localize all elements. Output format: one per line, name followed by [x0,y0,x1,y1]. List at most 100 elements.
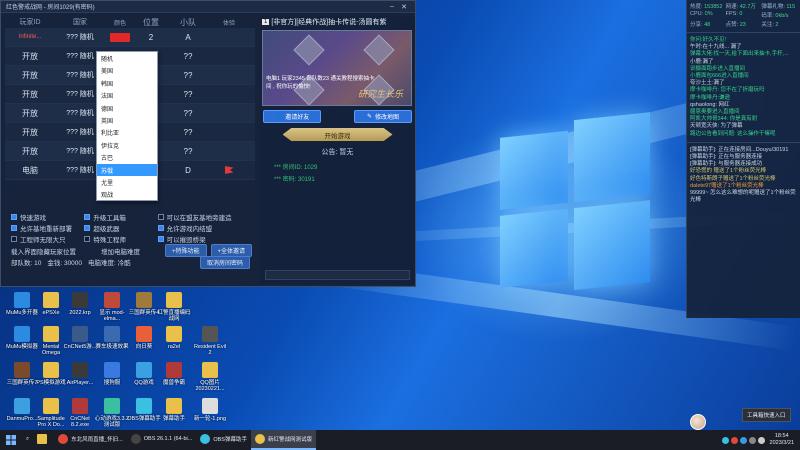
taskbar-app[interactable]: OBS弹幕助手 [196,430,251,450]
close-button[interactable]: ✕ [398,3,410,11]
desktop-shortcut[interactable]: 赛车极速效果 [94,326,130,350]
option-destroy-bridges[interactable]: 可以摧毁桥梁 [157,234,256,244]
stream-assistant-panel: 热度: 153852 网速: 42.7万 弹幕礼物: 115 CPU: 0% FPS: … [686,0,800,318]
shortcut-label: 显示 mod-elma... [99,310,125,323]
desktop-shortcut[interactable]: 2022.krp [62,292,98,316]
slot-team[interactable]: ?? [167,147,209,156]
desktop-shortcut[interactable]: AirPlayer... [62,362,98,386]
taskbar-folder[interactable] [33,430,54,450]
dropdown-option[interactable]: 观战 [97,188,157,200]
dropdown-option[interactable]: 美国 [97,64,157,76]
slot-country-select[interactable]: ??? 随机 [55,32,105,42]
dropdown-option[interactable]: 法国 [97,89,157,101]
slot-player-id[interactable]: 开放 [5,146,55,157]
slot-team[interactable]: ?? [167,71,209,80]
player-slot-row[interactable]: Infinite...??? 随机 2 A [5,28,255,47]
shortcut-label: QQ图片20230221... [195,380,225,393]
desktop-shortcut[interactable]: 红警直播编码战网 [156,292,192,322]
tray-icon[interactable] [730,436,738,444]
start-button[interactable] [0,430,22,450]
desktop-shortcut[interactable]: Resident Evil 2 [192,326,228,356]
checkbox[interactable] [157,235,164,242]
slot-position[interactable]: 2 [135,33,167,42]
checkbox[interactable] [84,213,91,220]
tray-icon[interactable] [739,436,747,444]
chat-message: 小鹿:漏了 [690,58,714,65]
minimize-button[interactable]: – [386,3,398,10]
desktop-shortcut[interactable]: ra2el [156,326,192,350]
taskbar-app[interactable]: 东北风雨直播_怀旧... [54,430,127,450]
game-options: 快速游戏 升级工具箱 可以在盟友基地旁建造 允许基地重新部署 超级武器 允许游戏… [11,211,256,269]
taskbar-app[interactable]: OBS 26.1.1 (64-bi... [127,430,197,450]
desktop-shortcut[interactable]: 搜狗服 [94,362,130,386]
desktop-shortcut[interactable]: 显示 mod-elma... [94,292,130,322]
dropdown-option[interactable]: 伊拉克 [97,139,157,151]
checkbox[interactable] [84,224,91,231]
slot-player-id[interactable]: Infinite... [5,34,55,40]
checkbox[interactable] [157,224,164,231]
invite-friend-button[interactable]: 👤 邀请好友 [263,110,321,123]
slot-team[interactable]: D [167,166,209,175]
taskbar-app[interactable]: 新红警战网测试版 [250,430,316,450]
option-mcv-redeploy[interactable]: 允许基地重新部署 [11,223,84,233]
checkbox[interactable] [157,213,164,220]
option-superweapons[interactable]: 超级武器 [84,223,157,233]
desktop-shortcut[interactable]: 心动游戏3.3.2测试版 [94,398,130,428]
slot-color-select[interactable] [105,32,135,42]
slot-team[interactable]: ?? [167,109,209,118]
checkbox[interactable] [84,235,91,242]
start-game-button[interactable]: 开始游戏 [282,128,393,141]
dropdown-option[interactable]: 尤里 [97,176,157,188]
slot-team[interactable]: ?? [167,52,209,61]
desktop-shortcut[interactable]: 弹幕助手 [156,398,192,422]
dropdown-option[interactable]: 利比亚 [97,126,157,138]
volume-icon[interactable] [757,436,765,444]
option-label: 载入界面隐藏玩家位置 [11,248,76,256]
dropdown-option[interactable]: 古巴 [97,151,157,163]
desktop-shortcut[interactable]: CnCNet5游... [62,326,98,350]
system-tray: 18:54 2023/3/21 [721,433,800,447]
special-features-button[interactable]: +特殊功能 [165,244,207,257]
dropdown-option[interactable]: 英国 [97,114,157,126]
dropdown-option[interactable]: 德国 [97,102,157,114]
slot-player-id[interactable]: 开放 [5,89,55,100]
slot-team[interactable]: ?? [167,128,209,137]
dropdown-option[interactable]: 随机 [97,52,157,64]
modify-map-button[interactable]: ✎ 修改地图 [354,110,412,123]
checkbox[interactable] [11,213,17,220]
dropdown-option[interactable]: 韩国 [97,77,157,89]
checkbox[interactable] [11,224,17,231]
option-infinite-engineer[interactable]: 工程师无限大只 [11,234,84,244]
slot-player-id[interactable]: 开放 [5,70,55,81]
slot-player-id[interactable]: 开放 [5,108,55,119]
slot-team[interactable]: ?? [167,90,209,99]
stat-item: 点赞: 23 [726,20,762,28]
option-special-engineer[interactable]: 特殊工程师 [84,234,157,244]
checkbox[interactable] [11,235,17,242]
desktop-shortcut[interactable]: 新一轮-1.png [192,398,228,422]
country-dropdown[interactable]: 随机 美国 韩国 法国 德国 英国 利比亚 伊拉克 古巴 苏俄 尤里 观战 [96,51,158,201]
assistant-avatar[interactable] [690,414,706,430]
clock[interactable]: 18:54 2023/3/21 [770,433,794,447]
tray-icon[interactable] [721,436,729,444]
slot-player-id[interactable]: 开放 [5,127,55,138]
option-hide-positions[interactable]: 载入界面隐藏玩家位置 [11,246,101,256]
desktop-shortcut[interactable]: 魔兽争霸 [156,362,192,386]
desktop-shortcut[interactable]: CnCNet 8.2.exe [62,398,98,428]
option-ingame-alliance[interactable]: 允许游戏内结盟 [157,223,256,233]
option-quick-game[interactable]: 快速游戏 [11,212,84,222]
desktop-shortcut[interactable]: QQ图片20230221... [192,362,228,392]
cancel-password-button[interactable]: 取消房间密码 [199,255,250,269]
slot-player-id[interactable]: 电脑 [5,165,55,176]
network-icon[interactable] [748,436,756,444]
option-ai-difficulty[interactable]: 增加电脑难度 [101,246,161,256]
option-upgrade-crates[interactable]: 升级工具箱 [84,212,157,222]
shortcut-label: 红警直播编码战网 [157,310,191,323]
toolbox-toast[interactable]: 工具箱快速入口 [742,408,791,422]
chat-input[interactable] [265,270,410,280]
dropdown-option[interactable]: 苏俄 [97,163,157,176]
slot-player-id[interactable]: 开放 [5,51,55,62]
option-build-near-ally[interactable]: 可以在盟友基地旁建造 [157,212,256,222]
taskbar-search[interactable]: ⌕ [22,430,33,450]
slot-team[interactable]: A [167,33,209,42]
